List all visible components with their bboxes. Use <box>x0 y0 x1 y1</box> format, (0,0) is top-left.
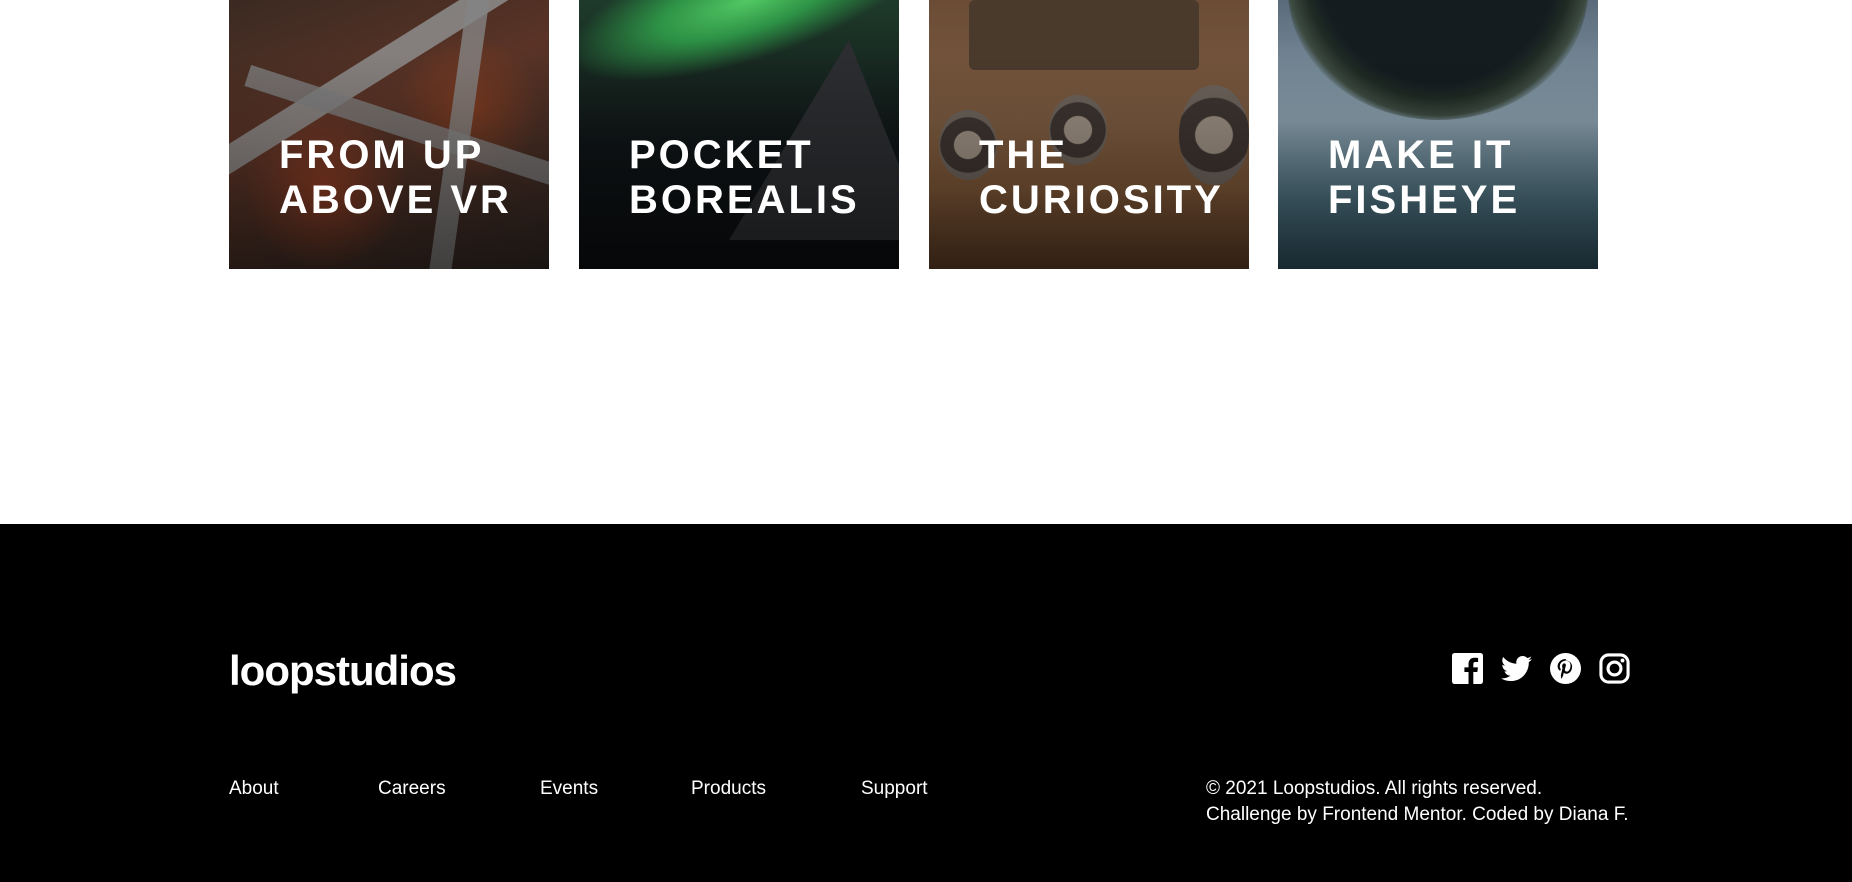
credit-text: Challenge by Frontend Mentor. Coded by D… <box>1206 804 1629 825</box>
footer-legal: © 2021 Loopstudios. All rights reserved.… <box>1206 776 1629 828</box>
creation-card-make-it-fisheye[interactable]: MAKE IT FISHEYE <box>1278 0 1598 269</box>
creations-gallery: FROM UP ABOVE VR POCKET BOREALIS THE CUR… <box>229 0 1598 269</box>
instagram-icon[interactable] <box>1599 652 1630 684</box>
footer-nav-events[interactable]: Events <box>540 776 598 802</box>
footer-nav-about[interactable]: About <box>229 776 279 802</box>
social-links <box>1452 650 1630 686</box>
creation-card-from-up-above-vr[interactable]: FROM UP ABOVE VR <box>229 0 549 269</box>
creation-title: THE CURIOSITY <box>979 133 1224 222</box>
creation-title: FROM UP ABOVE VR <box>279 133 512 222</box>
facebook-icon[interactable] <box>1452 652 1483 684</box>
footer-nav-products[interactable]: Products <box>691 776 766 802</box>
footer-nav-careers[interactable]: Careers <box>378 776 446 802</box>
creation-card-the-curiosity[interactable]: THE CURIOSITY <box>929 0 1249 269</box>
footer-nav-support[interactable]: Support <box>861 776 928 802</box>
twitter-icon[interactable] <box>1501 653 1532 684</box>
copyright-text: © 2021 Loopstudios. All rights reserved. <box>1206 778 1543 799</box>
site-footer: loopstudios About Careers Events Product… <box>0 524 1852 882</box>
creation-title: POCKET BOREALIS <box>629 133 860 222</box>
creation-card-pocket-borealis[interactable]: POCKET BOREALIS <box>579 0 899 269</box>
footer-logo[interactable]: loopstudios <box>229 646 457 696</box>
creation-title: MAKE IT FISHEYE <box>1328 133 1521 222</box>
pinterest-icon[interactable] <box>1550 652 1581 684</box>
